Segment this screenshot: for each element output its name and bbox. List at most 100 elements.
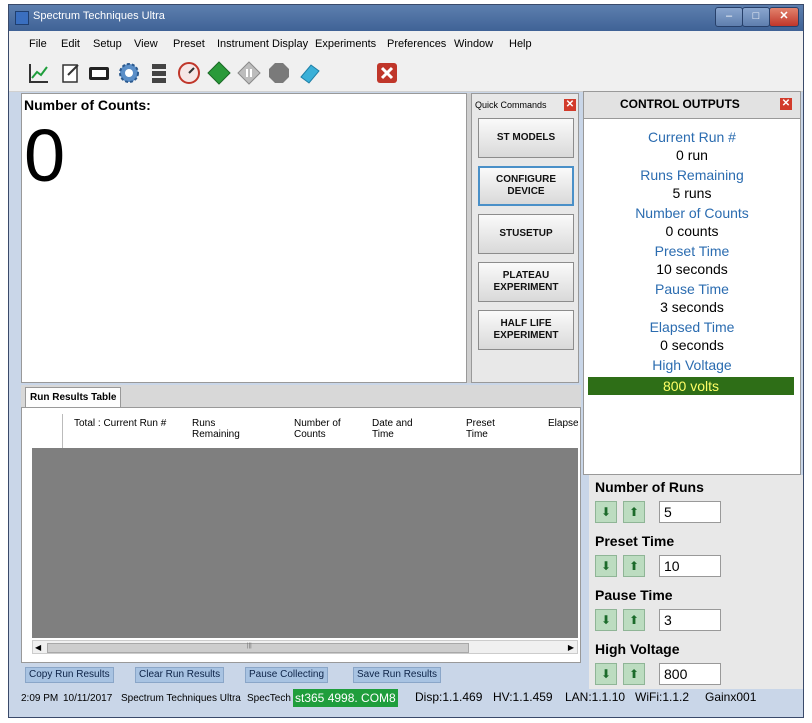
status-app: Spectrum Techniques Ultra	[121, 693, 241, 704]
stack-icon[interactable]	[147, 61, 171, 85]
close-icon[interactable]: ✕	[564, 99, 576, 111]
menu-file[interactable]: File	[29, 38, 47, 50]
col-runs-remaining[interactable]: Runs Remaining	[192, 418, 262, 440]
gauge-icon[interactable]	[177, 61, 201, 85]
menu-help[interactable]: Help	[509, 38, 532, 50]
decrease-runs-button[interactable]: ⬇	[595, 501, 617, 523]
status-disp: Disp:1.1.469	[415, 690, 483, 704]
decrease-pause-time-button[interactable]: ⬇	[595, 609, 617, 631]
increase-high-voltage-button[interactable]: ⬆	[623, 663, 645, 685]
status-device: st365 4998. COM8	[293, 689, 398, 707]
plateau-experiment-button[interactable]: PLATEAU EXPERIMENT	[478, 262, 574, 302]
output-label: Preset Time	[654, 243, 730, 259]
quick-commands-title: Quick Commands	[475, 100, 547, 110]
high-voltage-label: High Voltage	[595, 641, 680, 657]
close-window-button[interactable]: ✕	[769, 7, 799, 27]
counter-icon[interactable]	[87, 61, 111, 85]
run-results-panel: Total : Current Run # Runs Remaining Num…	[21, 407, 581, 663]
eraser-icon[interactable]	[297, 61, 321, 85]
menu-view[interactable]: View	[134, 38, 158, 50]
menu-experiments[interactable]: Experiments	[315, 38, 376, 50]
preset-time-input[interactable]: 10	[659, 555, 721, 577]
decrease-preset-time-button[interactable]: ⬇	[595, 555, 617, 577]
high-voltage-input[interactable]: 800	[659, 663, 721, 685]
col-elapsed-time[interactable]: Elapsed Time	[548, 418, 578, 429]
st-models-button[interactable]: ST MODELS	[478, 118, 574, 158]
col-number-of-counts[interactable]: Number of Counts	[294, 418, 350, 440]
increase-runs-button[interactable]: ⬆	[623, 501, 645, 523]
output-value: 5 runs	[672, 185, 712, 201]
results-table-header: Total : Current Run # Runs Remaining Num…	[32, 414, 578, 449]
stusetup-button[interactable]: STUSETUP	[478, 214, 574, 254]
stop-icon[interactable]	[267, 61, 291, 85]
scroll-right-icon[interactable]: ▶	[568, 643, 574, 652]
menu-preset[interactable]: Preset	[173, 38, 205, 50]
pause-time-input[interactable]: 3	[659, 609, 721, 631]
menu-window[interactable]: Window	[454, 38, 493, 50]
menu-setup[interactable]: Setup	[93, 38, 122, 50]
tab-run-results-table[interactable]: Run Results Table	[25, 387, 121, 407]
col-current-run[interactable]: Total : Current Run #	[74, 418, 174, 429]
half-life-experiment-button[interactable]: HALF LIFE EXPERIMENT	[478, 310, 574, 350]
notebook-icon[interactable]	[59, 61, 83, 85]
scroll-thumb[interactable]	[47, 643, 469, 653]
gear-icon[interactable]	[117, 61, 141, 85]
horizontal-scrollbar[interactable]: ◀ ||| ▶	[32, 640, 578, 654]
decrease-high-voltage-button[interactable]: ⬇	[595, 663, 617, 685]
counts-label: Number of Counts:	[24, 97, 151, 113]
row-header-cell[interactable]	[32, 414, 63, 448]
output-value: 0 seconds	[660, 337, 724, 353]
status-vendor: SpecTech	[247, 693, 291, 704]
output-label: Runs Remaining	[640, 167, 744, 183]
number-of-runs-input[interactable]: 5	[659, 501, 721, 523]
output-value: 10 seconds	[656, 261, 728, 277]
scroll-grip-icon: |||	[247, 643, 252, 649]
configure-device-button[interactable]: CONFIGURE DEVICE	[478, 166, 574, 206]
quick-commands-panel: Quick Commands ✕ ST MODELS CONFIGURE DEV…	[471, 93, 579, 383]
output-label: Current Run #	[648, 129, 736, 145]
status-wifi: WiFi:1.1.2	[635, 690, 690, 704]
increase-preset-time-button[interactable]: ⬆	[623, 555, 645, 577]
maximize-button[interactable]: □	[742, 7, 770, 27]
start-icon[interactable]	[207, 61, 231, 85]
window-title: Spectrum Techniques Ultra	[33, 10, 165, 22]
output-value: 0 run	[676, 147, 708, 163]
status-time: 2:09 PM	[21, 693, 59, 704]
menu-bar: File Edit Setup View Preset Instrument D…	[9, 31, 803, 57]
status-bar: 2:09 PM 10/11/2017 Spectrum Techniques U…	[21, 687, 801, 711]
pause-icon[interactable]	[237, 61, 261, 85]
clear-run-results-button[interactable]: Clear Run Results	[135, 667, 225, 683]
results-table-body	[32, 448, 578, 638]
title-bar[interactable]: Spectrum Techniques Ultra – □ ✕	[9, 5, 803, 31]
copy-run-results-button[interactable]: Copy Run Results	[25, 667, 114, 683]
pause-collecting-button[interactable]: Pause Collecting	[245, 667, 329, 683]
status-date: 10/11/2017	[63, 693, 113, 704]
output-label: High Voltage	[652, 357, 732, 373]
menu-edit[interactable]: Edit	[61, 38, 80, 50]
minimize-button[interactable]: –	[715, 7, 743, 27]
control-outputs-header: CONTROL OUTPUTS ✕	[583, 91, 801, 119]
app-icon	[15, 11, 29, 25]
preset-time-label: Preset Time	[595, 533, 675, 549]
output-value: 0 counts	[665, 223, 719, 239]
chart-icon[interactable]	[27, 61, 51, 85]
save-run-results-button[interactable]: Save Run Results	[353, 667, 442, 683]
close-icon[interactable]: ✕	[780, 98, 792, 110]
increase-pause-time-button[interactable]: ⬆	[623, 609, 645, 631]
status-lan: LAN:1.1.10	[565, 690, 626, 704]
counts-value: 0	[24, 114, 66, 197]
menu-instrument-display[interactable]: Instrument Display	[217, 38, 308, 50]
exit-icon[interactable]	[375, 61, 399, 85]
output-label: Number of Counts	[635, 205, 749, 221]
col-preset-time[interactable]: Preset Time	[466, 418, 516, 440]
scroll-left-icon[interactable]: ◀	[35, 643, 41, 652]
output-label: Pause Time	[655, 281, 729, 297]
menu-preferences[interactable]: Preferences	[387, 38, 446, 50]
number-of-runs-label: Number of Runs	[595, 479, 704, 495]
toolbar	[9, 57, 803, 92]
run-settings-panel: Number of Runs ⬇ ⬆ 5 Preset Time ⬇ ⬆ 10 …	[589, 475, 803, 689]
pause-time-label: Pause Time	[595, 587, 673, 603]
col-date-time[interactable]: Date and Time	[372, 418, 428, 440]
output-value: 3 seconds	[660, 299, 724, 315]
results-tab-bar: Run Results Table	[21, 385, 581, 407]
